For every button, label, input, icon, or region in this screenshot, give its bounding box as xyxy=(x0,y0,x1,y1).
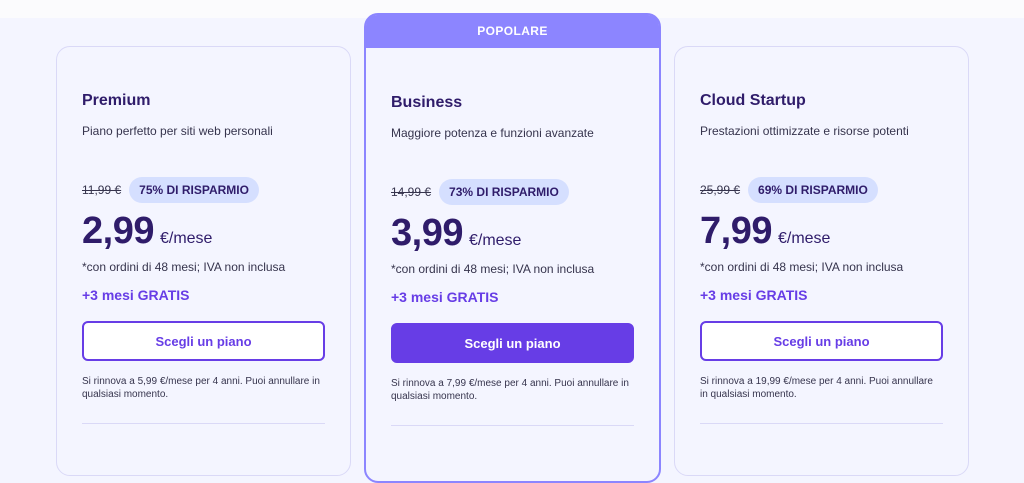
divider xyxy=(391,425,634,426)
price: 7,99 €/mese xyxy=(700,209,943,253)
price-unit: €/mese xyxy=(468,232,522,249)
choose-plan-button[interactable]: Scegli un piano xyxy=(82,321,325,361)
renewal-text: Si rinnova a 7,99 €/mese per 4 anni. Puo… xyxy=(391,378,629,402)
price: 3,99 €/mese xyxy=(391,211,634,255)
discount-row: 25,99 € 69% DI RISPARMIO xyxy=(700,177,943,203)
old-price: 25,99 € xyxy=(700,183,741,197)
discount-badge: 75% DI RISPARMIO xyxy=(129,177,259,203)
choose-plan-button[interactable]: Scegli un piano xyxy=(391,323,634,363)
discount-badge: 69% DI RISPARMIO xyxy=(748,177,878,203)
price-unit: €/mese xyxy=(777,230,831,247)
price-amount: 2,99 xyxy=(82,210,154,252)
price-note: *con ordini di 48 mesi; IVA non inclusa xyxy=(391,262,595,276)
price-amount: 3,99 xyxy=(391,212,463,254)
price-amount: 7,99 xyxy=(700,210,772,252)
popular-badge: POPOLARE xyxy=(366,15,659,48)
plan-card-premium: Premium Piano perfetto per siti web pers… xyxy=(56,46,351,476)
plan-card-cloud-startup: Cloud Startup Prestazioni ottimizzate e … xyxy=(674,46,969,476)
old-price: 11,99 € xyxy=(82,183,122,197)
price-unit: €/mese xyxy=(159,230,213,247)
price-note: *con ordini di 48 mesi; IVA non inclusa xyxy=(700,260,904,274)
plan-description: Prestazioni ottimizzate e risorse potent… xyxy=(700,124,909,138)
discount-badge: 73% DI RISPARMIO xyxy=(439,179,569,205)
divider xyxy=(700,423,943,424)
discount-row: 14,99 € 73% DI RISPARMIO xyxy=(391,179,634,205)
bonus-text: +3 mesi GRATIS xyxy=(82,287,190,303)
bonus-text: +3 mesi GRATIS xyxy=(700,287,808,303)
price-note: *con ordini di 48 mesi; IVA non inclusa xyxy=(82,260,286,274)
plan-name: Cloud Startup xyxy=(700,92,806,109)
renewal-text: Si rinnova a 19,99 €/mese per 4 anni. Pu… xyxy=(700,376,933,400)
discount-row: 11,99 € 75% DI RISPARMIO xyxy=(82,177,325,203)
plan-name: Premium xyxy=(82,92,151,109)
plan-card-business: POPOLARE Business Maggiore potenza e fun… xyxy=(364,13,661,483)
old-price: 14,99 € xyxy=(391,185,432,199)
divider xyxy=(82,423,325,424)
price: 2,99 €/mese xyxy=(82,209,325,253)
plan-description: Maggiore potenza e funzioni avanzate xyxy=(391,126,594,140)
renewal-text: Si rinnova a 5,99 €/mese per 4 anni. Puo… xyxy=(82,376,320,400)
bonus-text: +3 mesi GRATIS xyxy=(391,289,499,305)
choose-plan-button[interactable]: Scegli un piano xyxy=(700,321,943,361)
plan-name: Business xyxy=(391,94,463,111)
plan-description: Piano perfetto per siti web personali xyxy=(82,124,273,138)
